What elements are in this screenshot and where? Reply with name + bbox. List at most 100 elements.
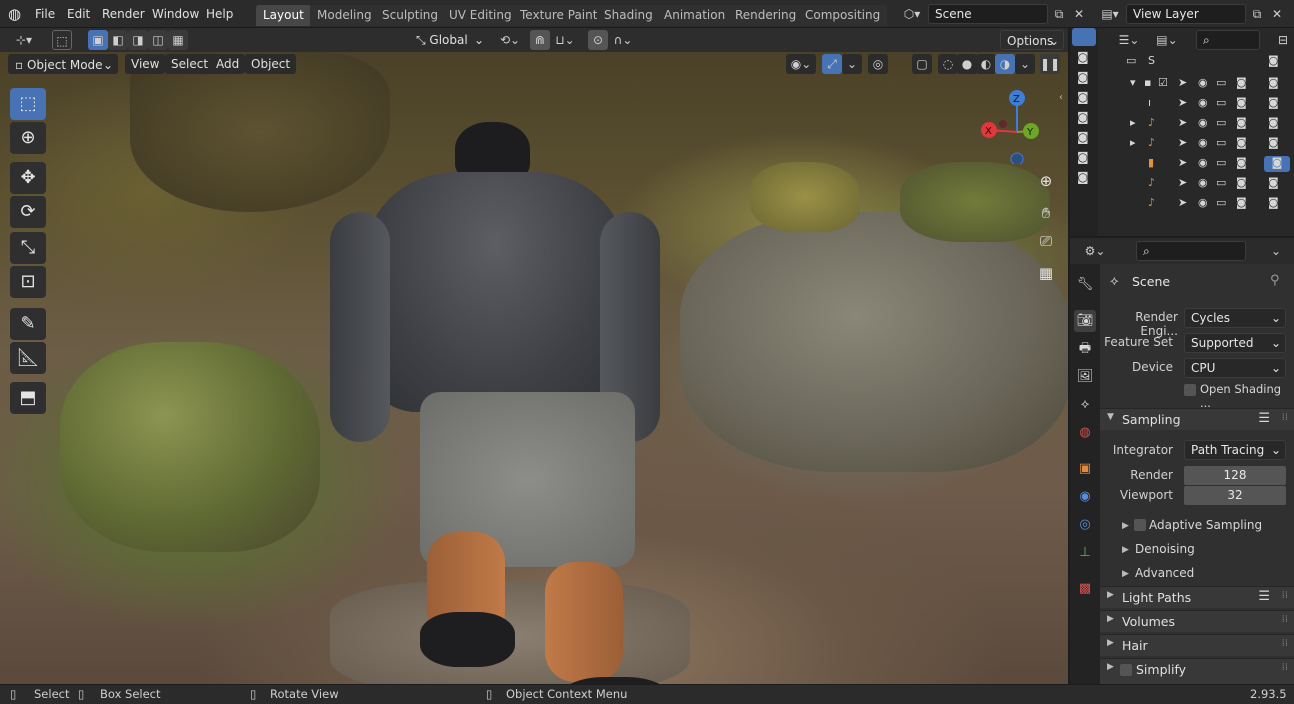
expand-triangle-icon[interactable]: ▶ bbox=[1122, 569, 1129, 579]
select-tool-icon[interactable]: ⬚ bbox=[52, 30, 72, 50]
tool-tab-icon[interactable]: 🔧︎ bbox=[1074, 274, 1096, 296]
eye-icon[interactable]: ◉ bbox=[1198, 96, 1208, 109]
menu-view[interactable]: View bbox=[125, 54, 166, 74]
select-mode-new-icon[interactable]: ▣ bbox=[88, 30, 108, 50]
expand-triangle-icon[interactable]: ▸ bbox=[1130, 116, 1136, 129]
select-arrow-icon[interactable]: ➤ bbox=[1178, 96, 1187, 109]
panel-hair[interactable]: ▶ Hair ⁞⁞ bbox=[1100, 634, 1294, 656]
rendered-shading-icon[interactable]: ◑ bbox=[995, 54, 1015, 74]
delete-scene-icon[interactable]: ✕ bbox=[1069, 4, 1089, 24]
falloff-icon[interactable]: ∩⌄ bbox=[608, 30, 638, 50]
tab-compositing[interactable]: Compositing bbox=[798, 5, 888, 26]
drag-handle-icon[interactable]: ⁞⁞ bbox=[1282, 590, 1288, 601]
monitor-icon[interactable]: ▭ bbox=[1216, 76, 1226, 89]
tab-animation[interactable]: Animation bbox=[657, 5, 733, 26]
outliner-row[interactable]: ♪ ➤ ◉ ▭ ◙ ◙ bbox=[1098, 194, 1294, 214]
expand-triangle-icon[interactable]: ▶ bbox=[1122, 545, 1129, 555]
camera-icon[interactable]: ◙ bbox=[1268, 76, 1279, 89]
tab-sculpting[interactable]: Sculpting bbox=[375, 5, 446, 26]
physics-tab-icon[interactable]: ◎ bbox=[1074, 514, 1096, 536]
visibility-toggle-icon[interactable]: ◉⌄ bbox=[786, 54, 816, 74]
outliner-row-scene[interactable]: ▭ S ◙ bbox=[1098, 52, 1294, 72]
properties-options-icon[interactable]: ⌄ bbox=[1266, 241, 1286, 261]
blender-logo-icon[interactable]: ◍ bbox=[8, 5, 21, 23]
camera-icon[interactable]: ◙ bbox=[1268, 54, 1279, 67]
drag-handle-icon[interactable]: ⁞⁞ bbox=[1282, 412, 1288, 423]
rotate-tool-icon[interactable]: ⟳ bbox=[10, 196, 46, 228]
cursor-tool-icon[interactable]: ⊕ bbox=[10, 122, 46, 154]
menu-edit[interactable]: Edit bbox=[67, 5, 90, 23]
eye-icon[interactable]: ◉ bbox=[1198, 116, 1208, 129]
view-layer-selector-icon[interactable]: ▤▾ bbox=[1097, 4, 1123, 24]
collapse-triangle-icon[interactable]: ▾ bbox=[1130, 76, 1136, 89]
xray-icon[interactable]: ▢ bbox=[912, 54, 932, 74]
monitor-icon[interactable]: ▭ bbox=[1216, 156, 1226, 169]
panel-sampling[interactable]: ▼ Sampling ☰ ⁞⁞ bbox=[1100, 408, 1294, 430]
view-layer-field[interactable]: View Layer bbox=[1126, 4, 1246, 24]
tab-texture-paint[interactable]: Texture Paint bbox=[513, 5, 605, 26]
solid-shading-icon[interactable]: ● bbox=[957, 54, 977, 74]
outliner-row[interactable]: ▾ ▪ ☑ ➤ ◉ ▭ ◙ ◙ bbox=[1098, 74, 1294, 94]
eye-icon[interactable]: ◉ bbox=[1198, 176, 1208, 189]
outliner-new-collection-icon[interactable]: ⊟ bbox=[1270, 30, 1294, 50]
checkbox-icon[interactable]: ☑ bbox=[1158, 76, 1168, 89]
camera-icon[interactable]: ◙ bbox=[1236, 196, 1247, 209]
adaptive-sampling-label[interactable]: Adaptive Sampling bbox=[1149, 518, 1262, 532]
outliner-search-input[interactable]: ⌕ bbox=[1196, 30, 1260, 50]
integrator-dropdown[interactable]: Path Tracing ⌄ bbox=[1184, 440, 1286, 460]
camera-icon[interactable]: ◙ bbox=[1236, 116, 1247, 129]
tab-layout[interactable]: Layout bbox=[256, 5, 311, 26]
monitor-icon[interactable]: ▭ bbox=[1216, 176, 1226, 189]
menu-object[interactable]: Object bbox=[245, 54, 297, 74]
transform-tool-icon[interactable]: ⊡ bbox=[10, 266, 46, 298]
render-samples-field[interactable]: 128 bbox=[1184, 466, 1286, 485]
adaptive-sampling-checkbox[interactable] bbox=[1134, 519, 1146, 531]
sidebar-toggle-icon[interactable]: ‹ bbox=[1059, 92, 1063, 103]
scene-field[interactable]: Scene bbox=[928, 4, 1048, 24]
drag-handle-icon[interactable]: ⁞⁞ bbox=[1282, 638, 1288, 649]
pause-render-icon[interactable]: ❚❚ bbox=[1040, 54, 1060, 74]
zoom-icon[interactable]: ⊕ bbox=[1035, 170, 1057, 192]
panel-simplify[interactable]: ▶ Simplify ⁞⁞ bbox=[1100, 658, 1294, 684]
camera-icon[interactable]: ◙ bbox=[1077, 170, 1089, 184]
outliner-row[interactable]: ı ➤ ◉ ▭ ◙ ◙ bbox=[1098, 94, 1294, 114]
select-arrow-icon[interactable]: ➤ bbox=[1178, 116, 1187, 129]
camera-icon[interactable]: ◙ bbox=[1268, 136, 1279, 149]
camera-icon[interactable]: ◙ bbox=[1077, 110, 1089, 124]
expand-triangle-icon[interactable]: ▸ bbox=[1130, 136, 1136, 149]
navigation-gizmo[interactable]: Z X Y bbox=[975, 84, 1050, 164]
annotate-tool-icon[interactable]: ✎ bbox=[10, 308, 46, 340]
display-mode-icon[interactable]: ☰⌄ bbox=[1114, 30, 1144, 50]
modifier-tab-icon[interactable]: ◉ bbox=[1074, 486, 1096, 508]
outliner-row-selected[interactable]: ▮ ➤ ◉ ▭ ◙ ◙ bbox=[1098, 154, 1294, 174]
camera-icon[interactable]: ◙ bbox=[1077, 150, 1089, 164]
eye-icon[interactable]: ◉ bbox=[1198, 136, 1208, 149]
mode-dropdown[interactable]: ▫ Object Mode ⌄ bbox=[8, 54, 118, 74]
monitor-icon[interactable]: ▭ bbox=[1216, 116, 1226, 129]
camera-icon[interactable]: ◙ bbox=[1268, 176, 1279, 189]
select-box-tool-icon[interactable]: ⬚ bbox=[10, 88, 46, 120]
menu-select[interactable]: Select bbox=[165, 54, 215, 74]
3d-viewport[interactable]: ▫ Object Mode ⌄ View Select Add Object ◉⌄… bbox=[0, 52, 1068, 684]
camera-icon[interactable]: ◙ bbox=[1236, 76, 1247, 89]
gizmo-neg-x-axis[interactable] bbox=[999, 120, 1007, 128]
tab-shading[interactable]: Shading bbox=[597, 5, 660, 26]
device-dropdown[interactable]: CPU ⌄ bbox=[1184, 358, 1286, 378]
camera-icon[interactable]: ◙ bbox=[1236, 136, 1247, 149]
camera-icon[interactable]: ◙ bbox=[1268, 196, 1279, 209]
wireframe-shading-icon[interactable]: ◌ bbox=[938, 54, 958, 74]
render-tab-icon[interactable]: 📷︎ bbox=[1074, 310, 1096, 332]
view-layer-tab-icon[interactable]: 🖼︎ bbox=[1074, 366, 1096, 388]
eye-icon[interactable]: ◉ bbox=[1198, 196, 1208, 209]
add-cube-tool-icon[interactable]: ⬒ bbox=[10, 382, 46, 414]
snap-target-icon[interactable]: ⊔⌄ bbox=[550, 30, 580, 50]
drag-handle-icon[interactable]: ⁞⁞ bbox=[1282, 662, 1288, 673]
camera-icon[interactable]: ◙ bbox=[1268, 96, 1279, 109]
monitor-icon[interactable]: ▭ bbox=[1216, 136, 1226, 149]
panel-light-paths[interactable]: ▶ Light Paths ☰ ⁞⁞ bbox=[1100, 586, 1294, 608]
panel-volumes[interactable]: ▶ Volumes ⁞⁞ bbox=[1100, 610, 1294, 632]
open-shading-checkbox[interactable] bbox=[1184, 384, 1196, 396]
advanced-label[interactable]: Advanced bbox=[1135, 566, 1194, 580]
editor-type-icon[interactable]: ⊹▾ bbox=[8, 30, 40, 50]
feature-set-dropdown[interactable]: Supported ⌄ bbox=[1184, 333, 1286, 353]
